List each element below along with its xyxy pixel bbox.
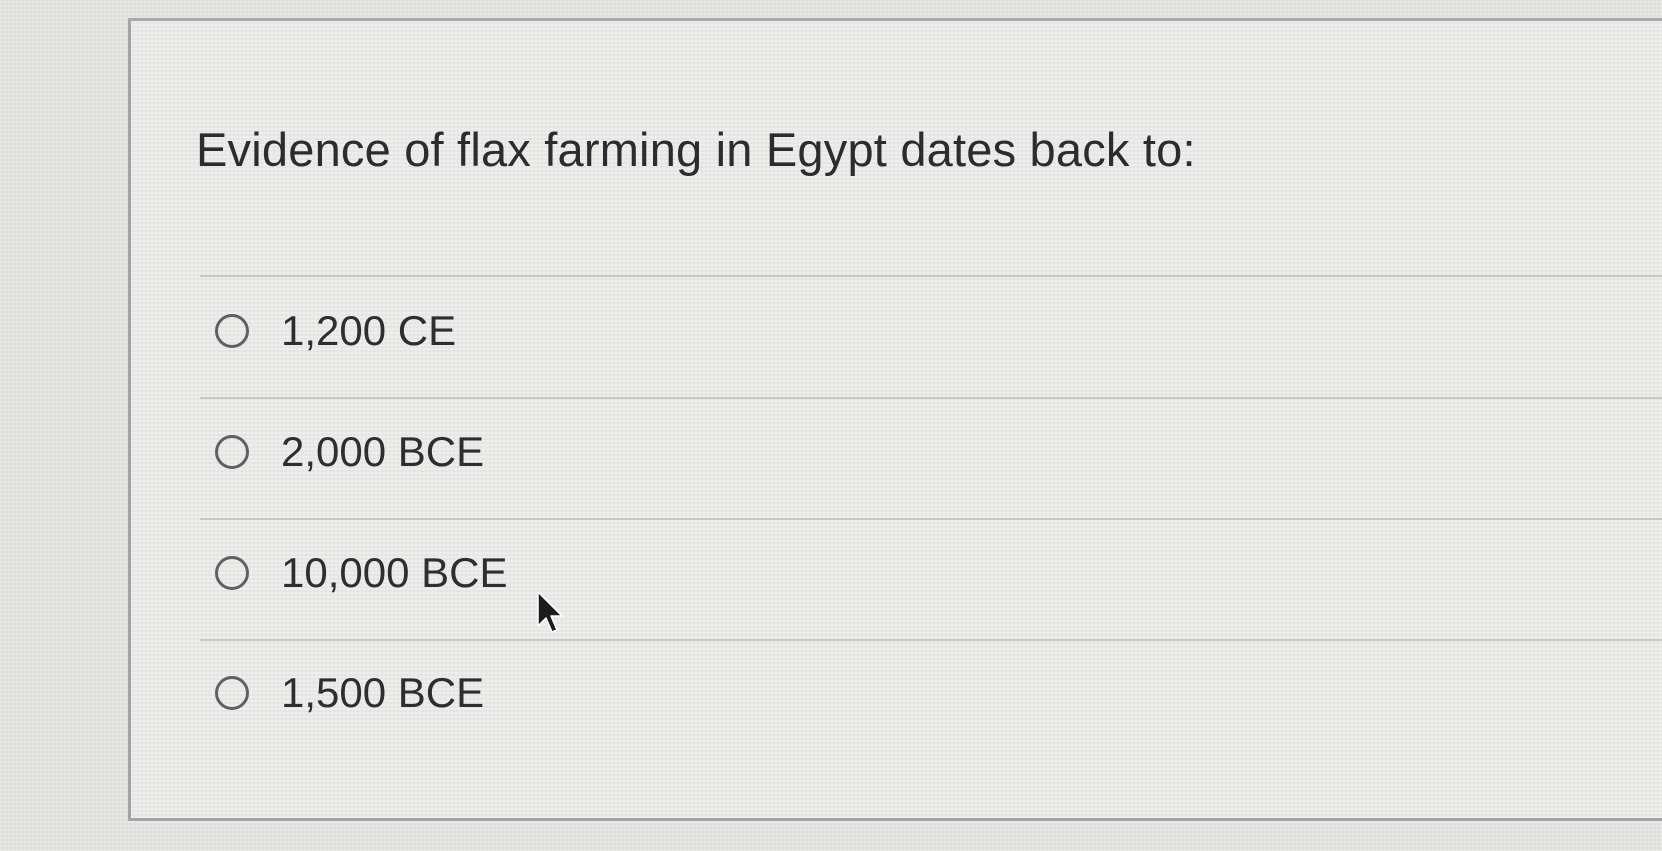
question-text: Evidence of flax farming in Egypt dates … [196, 123, 1196, 176]
radio-button[interactable] [215, 314, 249, 348]
option-2000-bce[interactable]: 2,000 BCE [215, 424, 484, 480]
option-label: 10,000 BCE [281, 549, 508, 596]
option-1200-ce[interactable]: 1,200 CE [215, 303, 456, 359]
option-label: 2,000 BCE [281, 428, 485, 475]
divider [200, 518, 1662, 520]
option-1500-bce[interactable]: 1,500 BCE [215, 665, 484, 721]
option-label: 1,500 BCE [281, 669, 485, 716]
divider [200, 275, 1662, 277]
mouse-pointer-icon [537, 591, 563, 633]
divider [200, 397, 1662, 399]
option-label: 1,200 CE [281, 307, 457, 354]
option-10000-bce[interactable]: 10,000 BCE [215, 545, 508, 601]
radio-button[interactable] [215, 556, 249, 590]
radio-button[interactable] [215, 435, 249, 469]
divider [200, 639, 1662, 641]
radio-button[interactable] [215, 676, 249, 710]
